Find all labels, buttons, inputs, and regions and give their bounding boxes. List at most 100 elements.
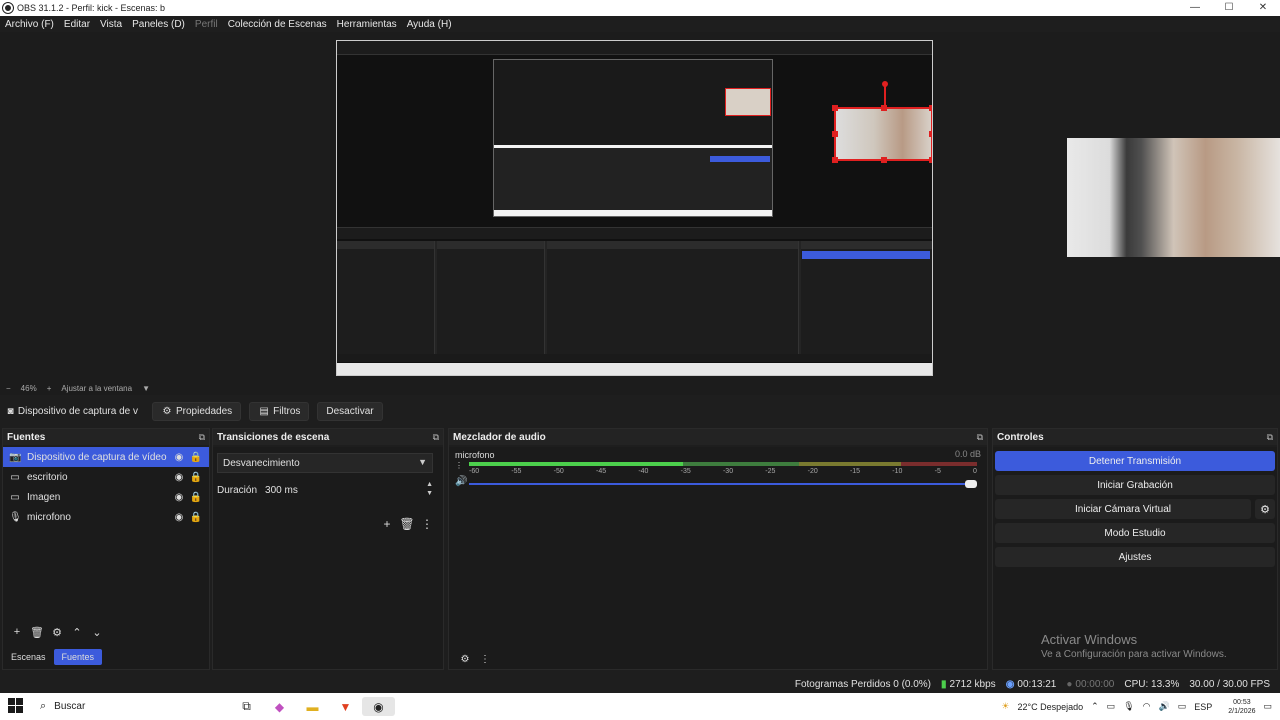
menu-editar[interactable]: Editar — [64, 19, 90, 30]
resize-handle[interactable] — [881, 157, 887, 163]
close-button[interactable]: ✕ — [1246, 0, 1280, 16]
resize-handle[interactable] — [832, 131, 838, 137]
channel-menu-icon[interactable]: ⋮ — [455, 461, 463, 470]
source-item[interactable]: 📷 Dispositivo de captura de vídeo ◉ 🔒 — [3, 447, 209, 467]
menu-perfil[interactable]: Perfil — [195, 19, 218, 30]
windows-start-icon[interactable] — [8, 698, 24, 714]
virtual-camera-button[interactable]: Iniciar Cámara Virtual — [995, 499, 1251, 519]
studio-mode-button[interactable]: Modo Estudio — [995, 523, 1275, 543]
task-view-icon[interactable]: ⧉ — [230, 697, 263, 716]
start-recording-button[interactable]: Iniciar Grabación — [995, 475, 1275, 495]
meter-tick-label: -5 — [934, 468, 941, 475]
channel-name: microfono — [455, 450, 495, 460]
network-icon[interactable]: ▭ — [1107, 701, 1116, 712]
duration-stepper[interactable]: ▲ ▼ — [426, 480, 433, 498]
undock-icon[interactable]: ⧉ — [977, 432, 983, 443]
transition-menu-button[interactable]: ⋮ — [417, 517, 437, 531]
menu-herramientas[interactable]: Herramientas — [337, 19, 397, 30]
source-item[interactable]: 🎙 microfono ◉ 🔒 — [3, 507, 209, 527]
resize-handle[interactable] — [929, 157, 932, 163]
mixer-menu-icon[interactable]: ⋮ — [475, 654, 495, 665]
clock[interactable]: 00:53 2/1/2026 — [1220, 698, 1255, 716]
resize-handle[interactable] — [929, 105, 932, 111]
preview-canvas[interactable] — [336, 40, 933, 376]
menu-vista[interactable]: Vista — [100, 19, 122, 30]
properties-button[interactable]: ⚙ Propiedades — [152, 401, 242, 421]
fit-to-window[interactable]: Ajustar a la ventana — [61, 384, 132, 393]
remove-source-button[interactable]: 🗑 — [27, 626, 47, 639]
notifications-icon[interactable]: ▭ — [1263, 701, 1272, 712]
volume-slider[interactable] — [469, 480, 977, 488]
lock-icon[interactable]: 🔒 — [189, 492, 203, 503]
file-explorer-icon[interactable]: ▬ — [296, 697, 329, 716]
resize-handle[interactable] — [881, 105, 887, 111]
speaker-icon[interactable]: 🔊 — [455, 476, 467, 487]
wifi-icon[interactable]: ◠ — [1143, 701, 1151, 712]
source-item[interactable]: ▭ escritorio ◉ 🔒 — [3, 467, 209, 487]
add-transition-button[interactable]: + — [377, 517, 397, 531]
duration-field[interactable]: Duración 300 ms ▲ ▼ — [217, 480, 433, 500]
menu-archivo[interactable]: Archivo (F) — [5, 19, 54, 30]
meter-tick-label: -50 — [553, 468, 564, 475]
visibility-eye-icon[interactable]: ◉ — [172, 512, 186, 523]
deactivate-button[interactable]: Desactivar — [317, 401, 383, 421]
filter-icon: ▤ — [259, 405, 269, 417]
stop-stream-button[interactable]: Detener Transmisión — [995, 451, 1275, 471]
visibility-eye-icon[interactable]: ◉ — [172, 492, 186, 503]
move-down-button[interactable]: ⌄ — [87, 626, 107, 639]
zoom-out-button[interactable]: − — [6, 384, 11, 393]
nested-source-toolbar — [337, 227, 932, 239]
menu-ayuda[interactable]: Ayuda (H) — [407, 19, 452, 30]
copilot-icon[interactable]: ◆ — [263, 697, 296, 716]
lock-icon[interactable]: 🔒 — [189, 472, 203, 483]
volume-slider-handle[interactable] — [965, 480, 977, 488]
duration-value[interactable]: 300 ms — [265, 485, 298, 496]
zoom-dropdown-icon[interactable]: ▼ — [142, 384, 150, 393]
brave-browser-icon[interactable]: ▼ — [329, 697, 362, 716]
rotation-handle[interactable] — [882, 81, 888, 87]
source-item[interactable]: ▭ Imagen ◉ 🔒 — [3, 487, 209, 507]
menu-coleccion-escenas[interactable]: Colección de Escenas — [228, 19, 327, 30]
source-settings-button[interactable]: ⚙ — [47, 626, 67, 639]
selected-camera-source[interactable] — [832, 105, 932, 163]
undock-icon[interactable]: ⧉ — [1267, 432, 1273, 443]
audio-mixer-dock: Mezclador de audio ⧉ microfono 0.0 dB ⋮ … — [448, 428, 988, 670]
filters-button[interactable]: ▤ Filtros — [249, 401, 310, 421]
remove-transition-button[interactable]: 🗑 — [397, 517, 417, 531]
source-name: Imagen — [27, 491, 61, 503]
minimize-button[interactable]: — — [1178, 0, 1212, 16]
virtual-camera-gear-icon[interactable]: ⚙ — [1255, 499, 1275, 519]
volume-tray-icon[interactable]: 🔊 — [1158, 701, 1169, 712]
visibility-eye-icon[interactable]: ◉ — [172, 452, 186, 463]
resize-handle[interactable] — [832, 105, 838, 111]
status-bar: Fotogramas Perdidos 0 (0.0%) ▮ 2712 kbps … — [0, 675, 1280, 693]
lock-icon[interactable]: 🔒 — [189, 512, 203, 523]
lock-icon[interactable]: 🔒 — [189, 452, 203, 463]
advanced-audio-icon[interactable]: ⚙ — [455, 654, 475, 665]
audio-meter-level — [469, 462, 683, 466]
undock-icon[interactable]: ⧉ — [199, 432, 205, 443]
battery-icon[interactable]: ▭ — [1178, 701, 1187, 712]
language-indicator[interactable]: ESP — [1194, 702, 1212, 712]
visibility-eye-icon[interactable]: ◉ — [172, 472, 186, 483]
undock-icon[interactable]: ⧉ — [433, 432, 439, 443]
tab-fuentes[interactable]: Fuentes — [53, 649, 103, 665]
tab-escenas[interactable]: Escenas — [3, 649, 54, 665]
weather-text[interactable]: 22°C Despejado — [1017, 702, 1083, 712]
tray-chevron-icon[interactable]: ⌃ — [1091, 701, 1099, 712]
resize-handle[interactable] — [929, 131, 932, 137]
mixer-toolbar: ⚙ ⋮ — [455, 654, 495, 665]
microphone-tray-icon[interactable]: 🎙 — [1123, 701, 1134, 712]
move-up-button[interactable]: ⌃ — [67, 626, 87, 639]
clock-time: 00:53 — [1233, 698, 1251, 706]
menu-paneles[interactable]: Paneles (D) — [132, 19, 185, 30]
resize-handle[interactable] — [832, 157, 838, 163]
add-source-button[interactable]: + — [7, 626, 27, 638]
obs-taskbar-icon[interactable]: ◉ — [362, 697, 395, 716]
transition-select[interactable]: Desvanecimiento ▼ — [217, 453, 433, 473]
maximize-button[interactable]: ☐ — [1212, 0, 1246, 16]
settings-button[interactable]: Ajustes — [995, 547, 1275, 567]
taskbar-search[interactable]: ⌕ Buscar — [36, 697, 221, 716]
meter-tick-label: -55 — [511, 468, 522, 475]
zoom-in-button[interactable]: + — [47, 384, 52, 393]
